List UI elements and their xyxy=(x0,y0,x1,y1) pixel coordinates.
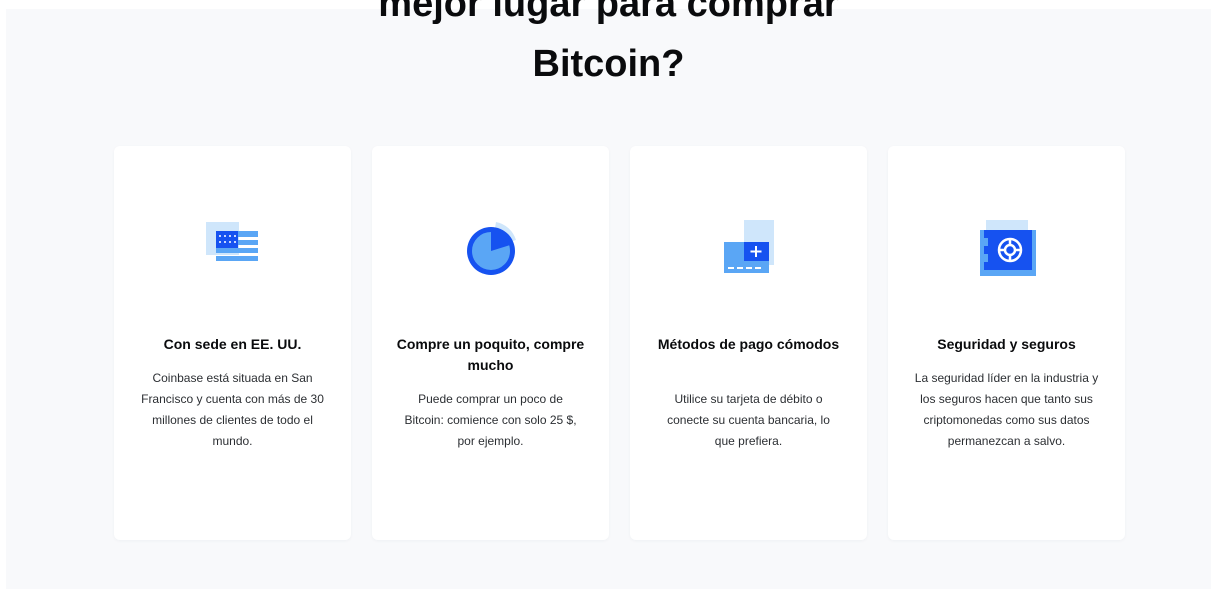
feature-card-us-based: Con sede en EE. UU. Coinbase está situad… xyxy=(114,146,351,540)
feature-description: Utilice su tarjeta de débito o conecte s… xyxy=(667,392,830,448)
safe-vault-icon xyxy=(976,216,1038,278)
why-coinbase-section: mejor lugar para comprar Bitcoin? Con se… xyxy=(6,0,1211,589)
feature-description: Coinbase está situada en San Francisco y… xyxy=(141,371,324,448)
section-heading-line-1: mejor lugar para comprar xyxy=(378,0,839,25)
feature-title: Seguridad y seguros xyxy=(937,336,1076,352)
us-flag-icon xyxy=(202,216,264,278)
feature-title: Con sede en EE. UU. xyxy=(163,336,302,352)
feature-description: La seguridad líder en la industria y los… xyxy=(914,371,1099,448)
feature-title: Compre un poquito, compre mucho xyxy=(396,336,585,373)
feature-card-buy-amount: Compre un poquito, compre mucho Puede co… xyxy=(372,146,609,540)
feature-card-payment-methods: Métodos de pago cómodos Utilice su tarje… xyxy=(630,146,867,540)
feature-title: Métodos de pago cómodos xyxy=(657,336,840,352)
payment-card-icon xyxy=(718,216,780,278)
section-heading-line-2: Bitcoin? xyxy=(532,43,685,85)
pie-timer-icon xyxy=(460,216,522,278)
feature-description: Puede comprar un poco de Bitcoin: comien… xyxy=(404,392,577,448)
feature-card-security: Seguridad y seguros La seguridad líder e… xyxy=(888,146,1125,540)
